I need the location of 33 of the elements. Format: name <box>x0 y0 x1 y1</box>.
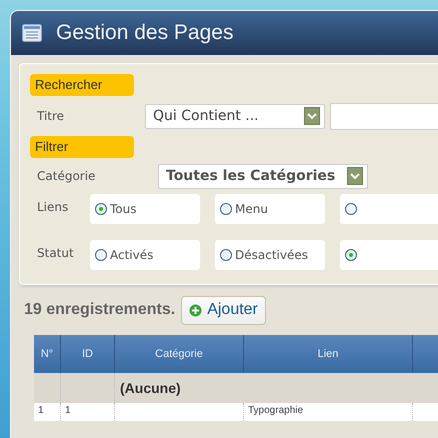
table-cell: 1 <box>34 403 60 421</box>
column-header[interactable]: ID <box>60 335 114 373</box>
radio-button[interactable] <box>345 249 357 261</box>
table-cell: Typographie <box>244 403 412 421</box>
field-label: Liens <box>36 199 70 214</box>
chevron-icon <box>304 107 320 125</box>
category-dropdown[interactable]: Toutes les Catégories <box>158 164 368 188</box>
radio-button[interactable] <box>95 203 107 215</box>
operator-dropdown[interactable]: Qui Contient ... <box>145 104 325 128</box>
radio-label[interactable]: Activés <box>110 248 154 262</box>
table-cell: 1 <box>60 403 114 421</box>
radio-label[interactable]: Menu <box>235 202 268 216</box>
radio-button[interactable] <box>220 249 232 261</box>
column-header[interactable]: N° <box>34 335 60 373</box>
radio-button[interactable] <box>345 203 357 215</box>
column-header[interactable]: Lien <box>244 335 412 373</box>
chevron-icon <box>347 167 363 185</box>
section-heading: Filtrer <box>30 136 134 158</box>
group-row: (Aucune) <box>114 373 438 403</box>
radio-label[interactable]: Tous <box>110 202 136 216</box>
list-icon <box>22 24 42 42</box>
section-heading: Rechercher <box>30 74 134 96</box>
record-count: 19 enregistrements. <box>24 301 176 319</box>
radio-button[interactable] <box>220 203 232 215</box>
add-button[interactable]: Ajouter <box>181 296 266 324</box>
field-label: Catégorie <box>36 169 96 183</box>
field-label: Titre <box>36 109 66 123</box>
search-field[interactable] <box>330 102 438 130</box>
field-label: Statut <box>36 245 75 260</box>
plus-icon <box>189 304 202 316</box>
window-title: Gestion des Pages <box>56 21 234 45</box>
column-header[interactable]: Catégorie <box>114 335 244 373</box>
radio-button[interactable] <box>95 249 107 261</box>
